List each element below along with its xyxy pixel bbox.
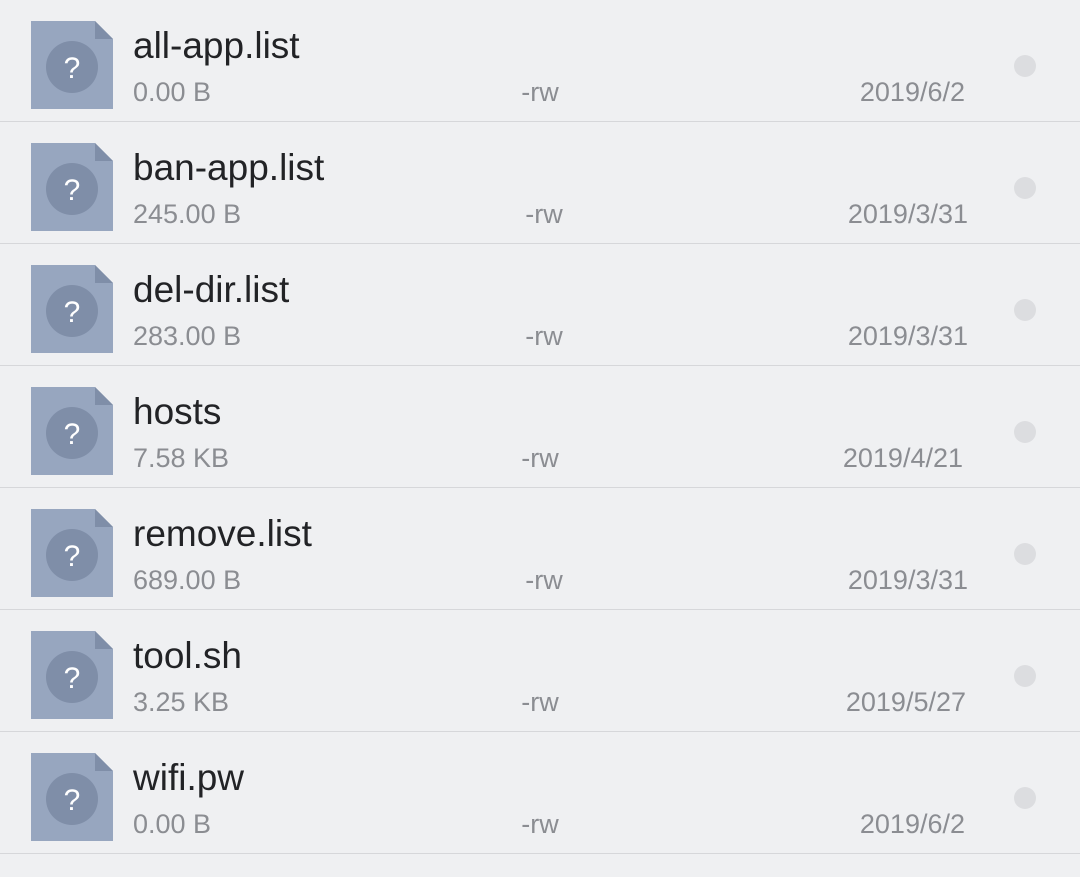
file-size: 0.00 B <box>133 77 212 107</box>
select-checkbox[interactable] <box>1014 177 1036 199</box>
file-row[interactable]: ? remove.list 689.00 B -rw 2019/3/31 <box>0 488 1080 610</box>
question-glyph: ? <box>64 784 81 817</box>
file-row[interactable]: ? hosts 7.58 KB -rw 2019/4/21 <box>0 366 1080 488</box>
unknown-file-icon: ? <box>31 387 113 475</box>
unknown-file-icon: ? <box>31 509 113 597</box>
file-size: 689.00 B <box>133 565 242 595</box>
file-list: ? all-app.list 0.00 B -rw 2019/6/2 ? ban… <box>0 0 1080 877</box>
file-date: 2019/3/31 <box>847 565 968 595</box>
question-glyph: ? <box>64 540 81 573</box>
file-name: wifi.pw <box>133 757 245 798</box>
unknown-file-icon: ? <box>31 21 113 109</box>
file-row[interactable]: ? ban-app.list 245.00 B -rw 2019/3/31 <box>0 122 1080 244</box>
select-checkbox[interactable] <box>1014 55 1036 77</box>
file-row[interactable]: ? wifi.pw 0.00 B -rw 2019/6/2 <box>0 732 1080 854</box>
file-size: 3.25 KB <box>133 687 230 717</box>
question-glyph: ? <box>64 174 81 207</box>
question-glyph: ? <box>64 418 81 451</box>
file-name: all-app.list <box>133 25 300 66</box>
unknown-file-icon: ? <box>31 631 113 719</box>
unknown-file-icon: ? <box>31 265 113 353</box>
file-permissions: -rw <box>525 199 563 229</box>
file-permissions: -rw <box>521 77 559 107</box>
file-date: 2019/3/31 <box>847 321 968 351</box>
select-checkbox[interactable] <box>1014 543 1036 565</box>
file-size: 7.58 KB <box>133 443 230 473</box>
file-size: 245.00 B <box>133 199 242 229</box>
file-date: 2019/3/31 <box>847 199 968 229</box>
file-permissions: -rw <box>521 809 559 839</box>
file-date: 2019/5/27 <box>845 687 966 717</box>
file-size: 283.00 B <box>133 321 242 351</box>
select-checkbox[interactable] <box>1014 421 1036 443</box>
file-row[interactable]: ? all-app.list 0.00 B -rw 2019/6/2 <box>0 0 1080 122</box>
file-size: 0.00 B <box>133 809 212 839</box>
file-name: remove.list <box>133 513 312 554</box>
file-name: hosts <box>133 391 222 432</box>
select-checkbox[interactable] <box>1014 787 1036 809</box>
question-glyph: ? <box>64 52 81 85</box>
file-permissions: -rw <box>525 565 563 595</box>
file-name: del-dir.list <box>133 269 290 310</box>
file-date: 2019/6/2 <box>859 809 965 839</box>
file-permissions: -rw <box>521 443 559 473</box>
file-name: ban-app.list <box>133 147 325 188</box>
question-glyph: ? <box>64 662 81 695</box>
file-date: 2019/6/2 <box>859 77 965 107</box>
select-checkbox[interactable] <box>1014 665 1036 687</box>
file-name: tool.sh <box>133 635 243 676</box>
question-glyph: ? <box>64 296 81 329</box>
unknown-file-icon: ? <box>31 753 113 841</box>
file-permissions: -rw <box>525 321 563 351</box>
file-permissions: -rw <box>521 687 559 717</box>
file-date: 2019/4/21 <box>842 443 963 473</box>
file-row[interactable]: ? tool.sh 3.25 KB -rw 2019/5/27 <box>0 610 1080 732</box>
file-row[interactable]: ? del-dir.list 283.00 B -rw 2019/3/31 <box>0 244 1080 366</box>
select-checkbox[interactable] <box>1014 299 1036 321</box>
unknown-file-icon: ? <box>31 143 113 231</box>
